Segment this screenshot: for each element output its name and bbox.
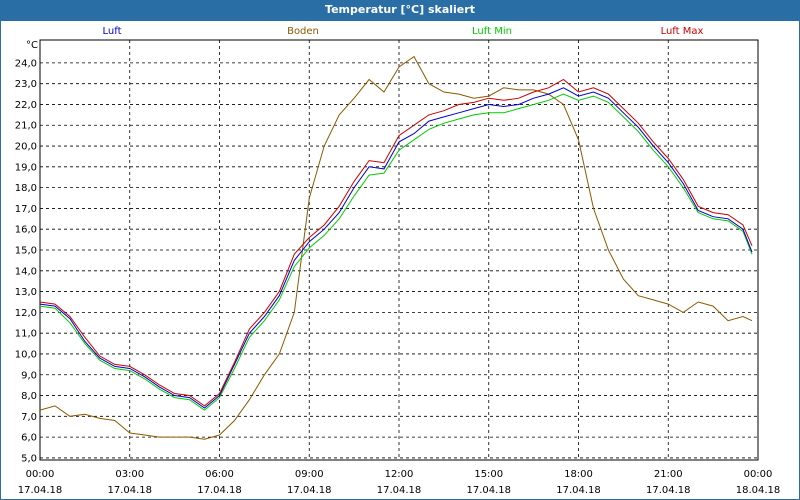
y-axis: 5,0 6,0 7,0 8,0 9,0 10,0 11,0 12,0 13,0 14,0 15,0 1…	[15, 58, 37, 464]
y-tick-label: 20,0	[15, 142, 37, 153]
y-tick-label: 24,0	[15, 58, 37, 69]
series-line-luft-max	[39, 78, 753, 407]
y-tick-label: 16,0	[15, 225, 37, 236]
y-tick-label: 19,0	[15, 162, 37, 173]
x-tick-time: 00:00	[744, 469, 773, 480]
x-tick-date: 17.04.18	[556, 485, 601, 496]
x-tick-date: 17.04.18	[107, 485, 152, 496]
x-tick-date: 17.04.18	[287, 485, 332, 496]
series-line-boden	[39, 55, 753, 440]
x-tick-time: 21:00	[654, 469, 683, 480]
temperature-chart: °C 5,0 6,0 7,0 8,0 9,0 10,0 11,0 12,0 13,0 14,0 15…	[15, 26, 781, 496]
y-tick-label: 6,0	[21, 433, 37, 444]
legend-item: Boden	[287, 26, 319, 37]
y-tick-label: 12,0	[15, 308, 37, 319]
series-line-luft	[39, 87, 753, 409]
legend-item: Luft	[103, 26, 122, 37]
x-tick-date: 17.04.18	[18, 485, 63, 496]
y-tick-label: 18,0	[15, 183, 37, 194]
x-tick-date: 17.04.18	[377, 485, 422, 496]
y-axis-unit-label: °C	[26, 40, 38, 51]
x-tick-time: 12:00	[385, 469, 414, 480]
x-tick-time: 06:00	[205, 469, 234, 480]
x-tick-time: 18:00	[564, 469, 593, 480]
x-tick-time: 03:00	[115, 469, 144, 480]
series-lines	[39, 55, 753, 440]
grid	[40, 40, 758, 460]
y-tick-label: 11,0	[15, 329, 37, 340]
x-tick-time: 00:00	[26, 469, 55, 480]
x-axis: 00:00 17.04.18 03:00 17.04.18 06:00 17.04.18 0…	[18, 469, 781, 496]
y-tick-label: 8,0	[21, 391, 37, 402]
y-tick-label: 7,0	[21, 412, 37, 423]
y-tick-label: 5,0	[21, 453, 37, 464]
y-tick-label: 10,0	[15, 349, 37, 360]
legend-item: Luft Max	[661, 26, 704, 37]
legend: Luft Boden Luft Min Luft Max	[103, 26, 704, 37]
x-tick-time: 15:00	[474, 469, 503, 480]
y-tick-label: 9,0	[21, 370, 37, 381]
y-tick-label: 23,0	[15, 79, 37, 90]
x-tick-date: 17.04.18	[646, 485, 691, 496]
y-tick-label: 14,0	[15, 266, 37, 277]
x-tick-time: 09:00	[295, 469, 324, 480]
x-tick-date: 18.04.18	[736, 485, 781, 496]
x-tick-date: 17.04.18	[197, 485, 242, 496]
y-tick-label: 21,0	[15, 121, 37, 132]
legend-item: Luft Min	[472, 26, 512, 37]
y-tick-label: 22,0	[15, 100, 37, 111]
y-tick-label: 13,0	[15, 287, 37, 298]
y-tick-label: 15,0	[15, 246, 37, 257]
y-tick-label: 17,0	[15, 204, 37, 215]
x-tick-date: 17.04.18	[466, 485, 511, 496]
